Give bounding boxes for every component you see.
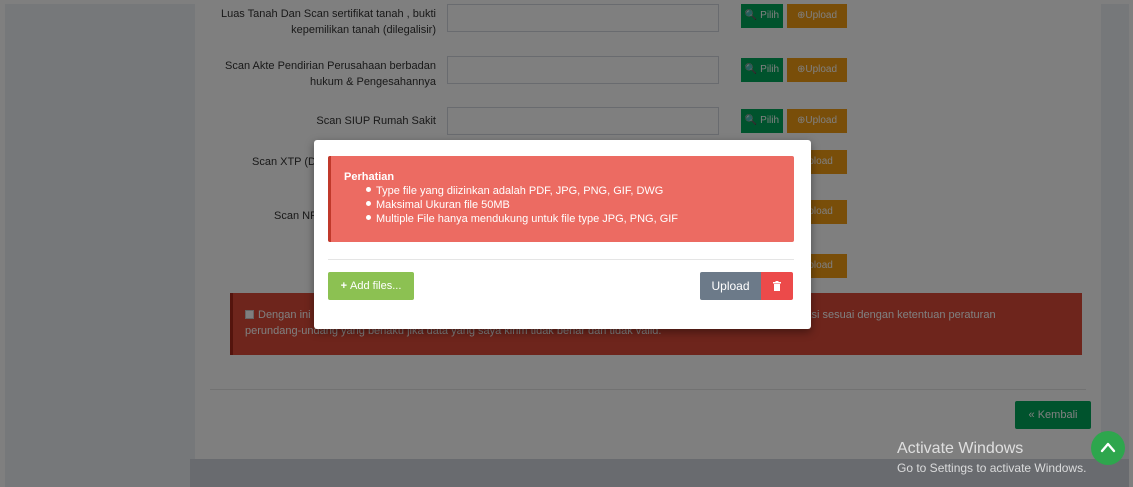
upload-modal: Perhatian Type file yang diizinkan adala… [314, 140, 811, 329]
modal-divider [328, 259, 794, 260]
warning-alert: Perhatian Type file yang diizinkan adala… [328, 156, 794, 242]
windows-activation-watermark: Activate Windows Go to Settings to activ… [897, 439, 1086, 476]
watermark-title: Activate Windows [897, 440, 1024, 457]
bullet-icon [366, 187, 371, 192]
add-files-button[interactable]: + Add files... [328, 272, 414, 300]
bullet-icon [366, 201, 371, 206]
alert-item: Type file yang diizinkan adalah PDF, JPG… [366, 184, 782, 198]
alert-title: Perhatian [344, 171, 395, 183]
alert-item: Multiple File hanya mendukung untuk file… [366, 212, 782, 226]
alert-item: Maksimal Ukuran file 50MB [366, 198, 782, 212]
trash-icon [773, 281, 781, 291]
plus-icon: + [340, 280, 348, 292]
delete-button[interactable] [761, 272, 793, 300]
watermark-subtitle: Go to Settings to activate Windows. [897, 461, 1087, 475]
scroll-to-top-button[interactable] [1091, 431, 1125, 465]
chevron-up-icon [1100, 442, 1116, 453]
upload-button[interactable]: Upload [700, 272, 761, 300]
alert-list: Type file yang diizinkan adalah PDF, JPG… [366, 184, 782, 226]
bullet-icon [366, 215, 371, 220]
